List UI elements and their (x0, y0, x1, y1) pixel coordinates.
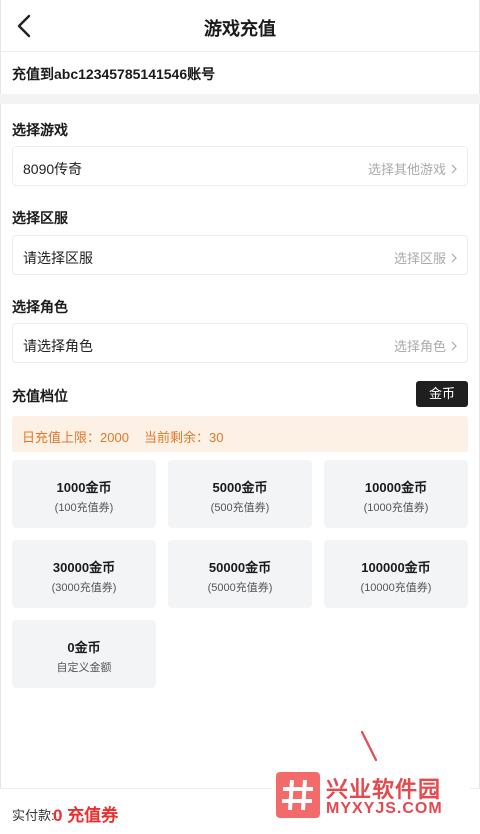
package-voucher: (1000充值券) (363, 502, 429, 514)
select-role-link[interactable]: 选择角色 (394, 336, 457, 355)
selected-game: 8090传奇 (23, 161, 83, 177)
package-option-custom[interactable]: 0金币 自定义金额 (12, 620, 156, 688)
amount-paid-label: 实付款: (12, 808, 55, 823)
package-coins: 30000金币 (52, 560, 116, 575)
package-option[interactable]: 5000金币 (500充值券) (168, 460, 312, 528)
select-other-game-link[interactable]: 选择其他游戏 (368, 159, 457, 178)
chevron-right-icon (451, 341, 457, 350)
package-voucher: (3000充值券) (51, 582, 117, 594)
package-option[interactable]: 30000金币 (3000充值券) (12, 540, 156, 608)
package-voucher: (100充值券) (54, 502, 114, 514)
package-coins: 1000金币 (56, 480, 112, 495)
package-option[interactable]: 1000金币 (100充值券) (12, 460, 156, 528)
package-voucher: (5000充值券) (207, 582, 273, 594)
nav-bar: 游戏充值 (0, 0, 480, 52)
select-server-row[interactable]: 请选择区服 选择区服 (12, 235, 468, 275)
amount-paid-value: 0 充值券 (53, 806, 119, 825)
hash-logo-icon (276, 772, 320, 818)
account-info: 充值到abc12345785141546账号 (12, 66, 216, 82)
chevron-right-icon (451, 253, 457, 262)
package-voucher: (500充值券) (210, 502, 270, 514)
select-role-label: 选择角色 (393, 339, 446, 354)
custom-amount-label: 自定义金额 (56, 662, 112, 674)
role-placeholder: 请选择角色 (23, 338, 93, 354)
chevron-right-icon (451, 164, 457, 173)
select-game-row[interactable]: 8090传奇 选择其他游戏 (12, 146, 468, 186)
package-option[interactable]: 100000金币 (10000充值券) (324, 540, 468, 608)
currency-coin-button[interactable]: 金币 (416, 381, 468, 407)
select-role-row[interactable]: 请选择角色 选择角色 (12, 323, 468, 363)
package-option[interactable]: 10000金币 (1000充值券) (324, 460, 468, 528)
select-server-heading: 选择区服 (12, 210, 68, 226)
package-coins: 5000金币 (212, 480, 268, 495)
package-coins: 100000金币 (361, 560, 431, 575)
daily-limit: 日充值上限：2000 (22, 430, 129, 445)
select-game-heading: 选择游戏 (12, 122, 68, 138)
package-coins: 0金币 (67, 640, 101, 655)
select-server-label: 选择区服 (393, 251, 446, 266)
page-title: 游戏充值 (204, 19, 276, 39)
recharge-limit-notice: 日充值上限：2000 当前剩余：30 (12, 416, 468, 452)
package-coins: 10000金币 (364, 480, 428, 495)
package-coins: 50000金币 (208, 560, 272, 575)
watermark-subtitle: MYXYJS.COM (326, 800, 443, 817)
watermark-stroke (360, 730, 378, 762)
package-option[interactable]: 50000金币 (5000充值券) (168, 540, 312, 608)
select-role-heading: 选择角色 (12, 299, 68, 315)
watermark: 兴业软件园 MYXYJS.COM (272, 766, 470, 824)
section-divider (0, 94, 480, 104)
server-placeholder: 请选择区服 (23, 250, 93, 266)
select-server-link[interactable]: 选择区服 (394, 248, 457, 267)
remaining-amount: 当前剩余：30 (144, 430, 224, 445)
recharge-tier-heading: 充值档位 (12, 388, 68, 404)
select-other-game-label: 选择其他游戏 (367, 162, 446, 177)
package-voucher: (10000充值券) (360, 582, 432, 594)
